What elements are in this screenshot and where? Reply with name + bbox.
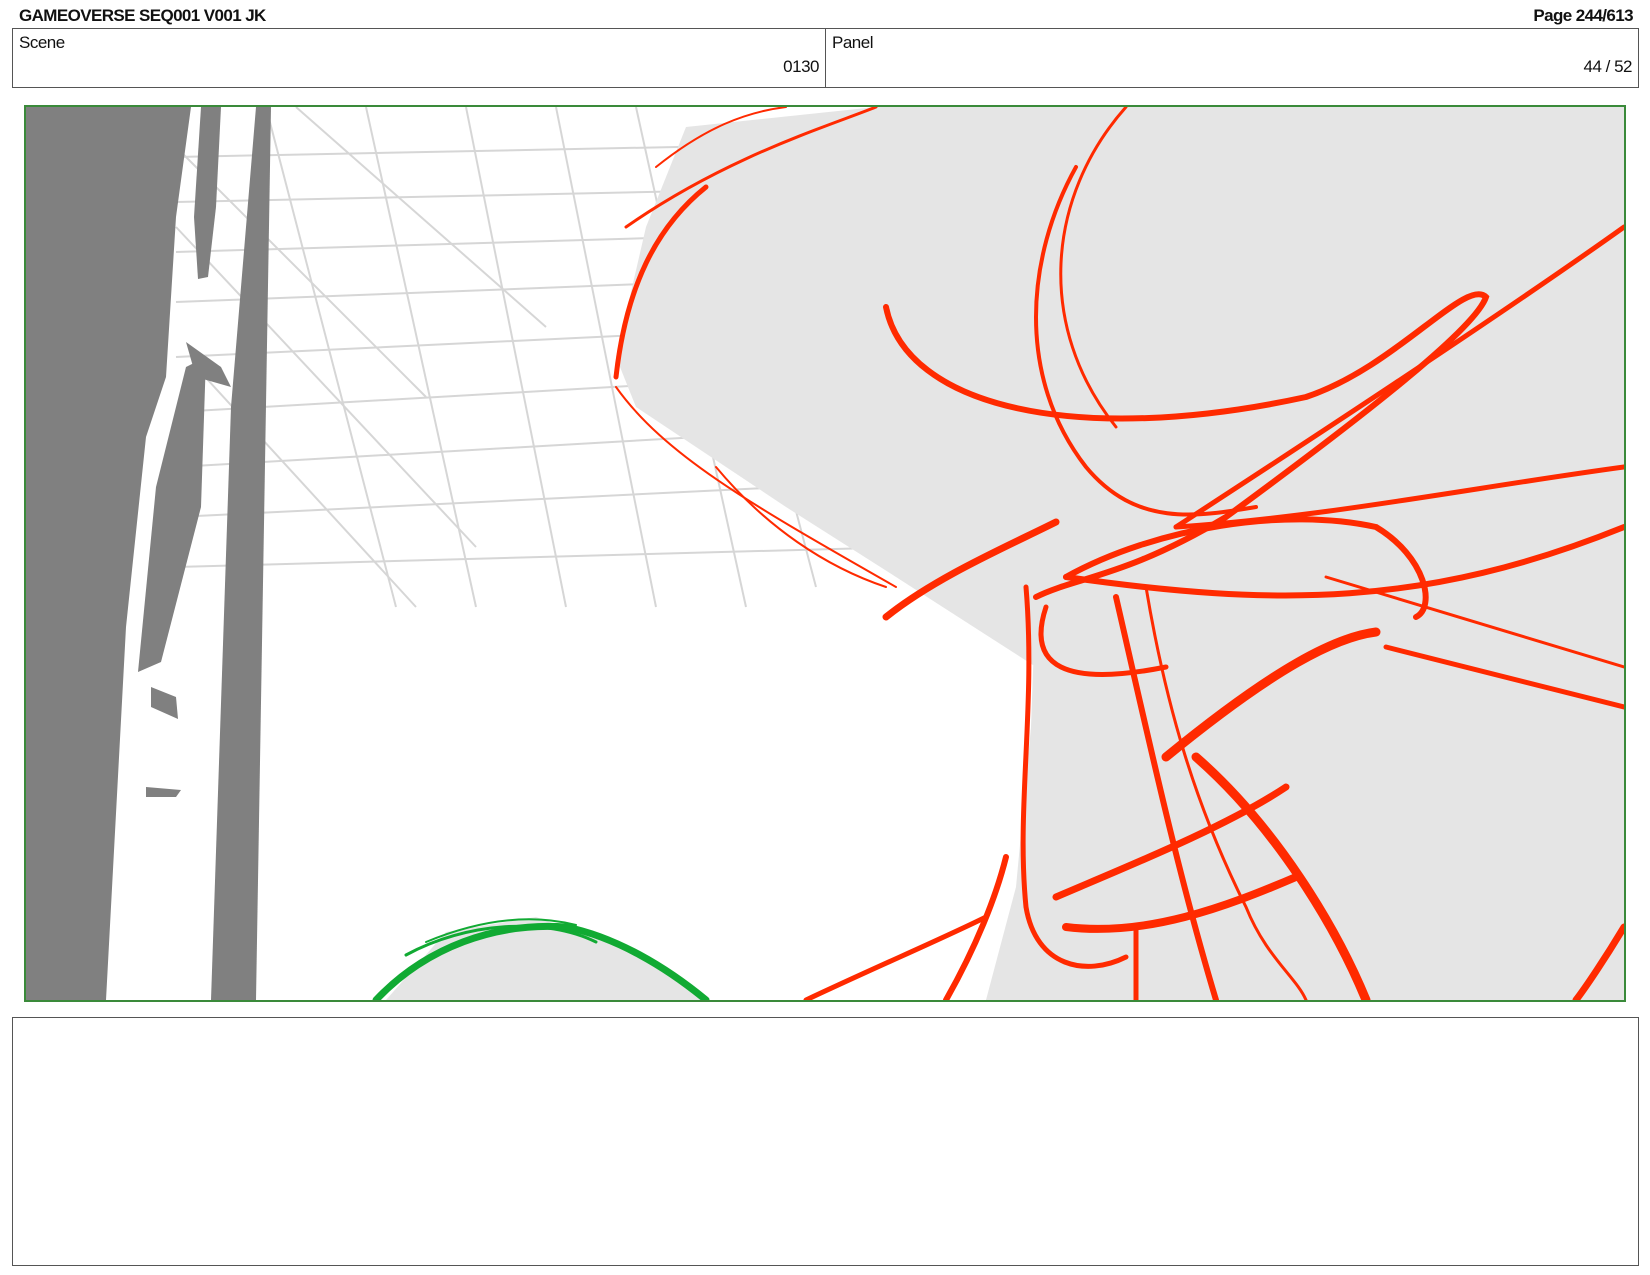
panel-sketch bbox=[26, 107, 1624, 1000]
scene-label: Scene bbox=[19, 33, 65, 52]
page-number: Page 244/613 bbox=[1533, 6, 1633, 25]
panel-label: Panel bbox=[832, 33, 873, 52]
info-row: Scene 0130 Panel 44 / 52 bbox=[12, 28, 1639, 88]
panel-cell: Panel 44 / 52 bbox=[826, 29, 1638, 87]
panel-value: 44 / 52 bbox=[1583, 57, 1633, 76]
storyboard-panel bbox=[24, 105, 1626, 1002]
scene-value: 0130 bbox=[783, 57, 819, 76]
notes-box bbox=[12, 1017, 1639, 1266]
document-title: GAMEOVERSE SEQ001 V001 JK bbox=[19, 6, 266, 25]
scene-cell: Scene 0130 bbox=[13, 29, 826, 87]
column-shape bbox=[26, 107, 271, 1000]
